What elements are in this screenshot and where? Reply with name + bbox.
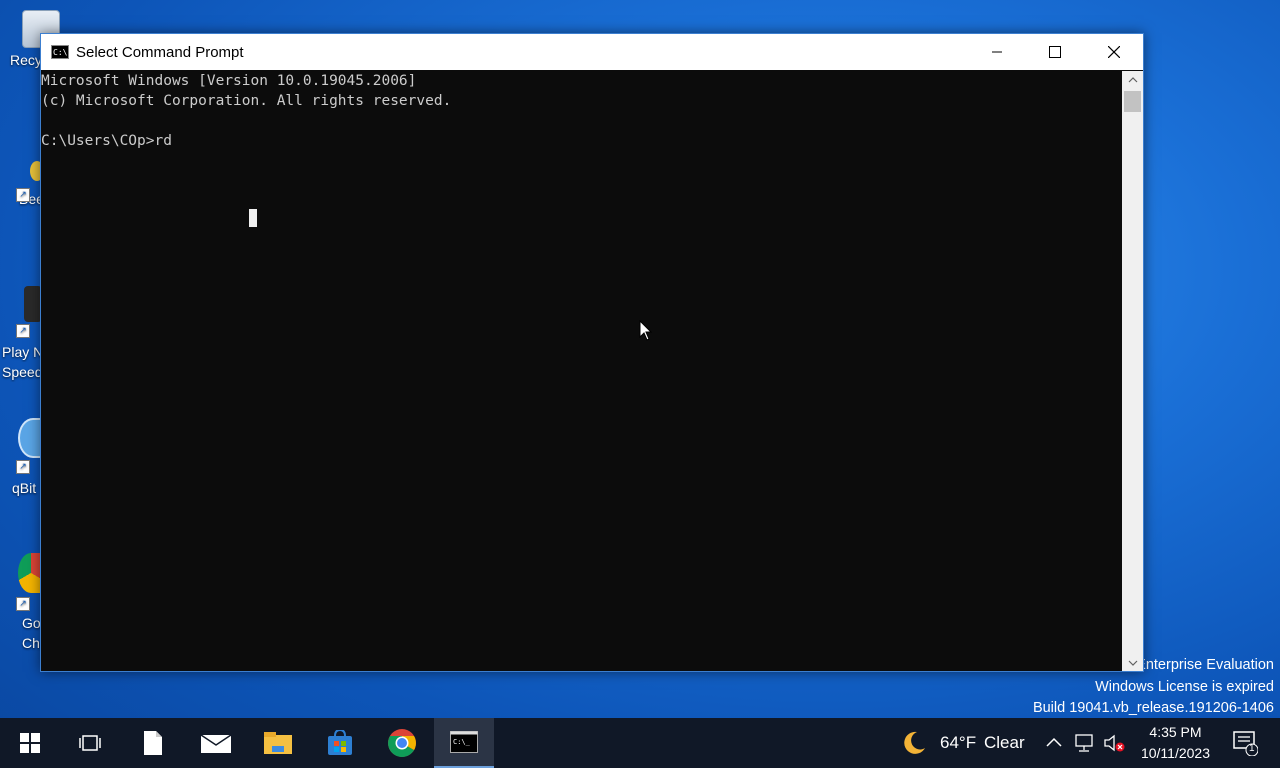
chevron-down-icon [1128, 660, 1137, 666]
action-center-button[interactable]: 1 [1232, 730, 1259, 757]
vertical-scrollbar[interactable] [1122, 71, 1143, 671]
window-title: Select Command Prompt [76, 43, 244, 61]
task-view-button[interactable] [60, 718, 120, 768]
console-line: (c) Microsoft Corporation. All rights re… [41, 93, 452, 109]
mail-icon [201, 734, 231, 753]
notification-count-badge: 1 [1249, 743, 1255, 754]
console-output[interactable]: Microsoft Windows [Version 10.0.19045.20… [41, 71, 1121, 671]
svg-text:C:\_: C:\_ [453, 738, 471, 746]
command-prompt-icon: C:\_ [450, 731, 478, 753]
taskbar-mail-button[interactable] [186, 718, 246, 768]
scroll-thumb[interactable] [1124, 91, 1141, 112]
windows-logo-icon [20, 733, 40, 753]
file-icon [144, 731, 162, 755]
weather-temperature[interactable]: 64°F [940, 733, 976, 753]
chevron-up-icon[interactable] [1046, 737, 1062, 747]
task-view-icon [79, 735, 101, 751]
maximize-button[interactable] [1026, 34, 1084, 70]
start-button[interactable] [0, 718, 60, 768]
command-prompt-window[interactable]: C:\ Select Command Prompt Microsoft Wind… [40, 33, 1144, 672]
shortcut-arrow-icon: ↗ [16, 597, 30, 611]
shortcut-arrow-icon: ↗ [16, 188, 30, 202]
taskbar-file-explorer-button[interactable] [248, 718, 308, 768]
command-prompt-icon: C:\ [51, 45, 69, 59]
watermark-line-3: Build 19041.vb_release.191206-1406 [1032, 700, 1274, 716]
window-titlebar[interactable]: C:\ Select Command Prompt [41, 34, 1143, 70]
clock-date: 10/11/2023 [1140, 745, 1210, 761]
volume-muted-icon[interactable] [1104, 734, 1126, 752]
scroll-up-button[interactable] [1122, 71, 1143, 88]
watermark-line-2: Windows License is expired [1095, 678, 1274, 695]
network-icon[interactable] [1075, 734, 1095, 752]
close-button[interactable] [1085, 34, 1143, 70]
taskbar-file-button[interactable] [123, 718, 183, 768]
moon-weather-icon[interactable] [901, 730, 927, 756]
weather-condition[interactable]: Clear [984, 733, 1025, 753]
maximize-icon [1049, 46, 1061, 58]
taskbar-command-prompt-button[interactable]: C:\_ [434, 718, 494, 768]
minimize-button[interactable] [968, 34, 1026, 70]
taskbar-chrome-button[interactable] [372, 718, 432, 768]
close-icon [1108, 46, 1120, 58]
chevron-up-icon [1128, 76, 1137, 82]
file-explorer-icon [264, 732, 292, 754]
scroll-down-button[interactable] [1122, 654, 1143, 671]
system-clock[interactable]: 4:35 PM 10/11/2023 [1141, 722, 1210, 764]
taskbar: C:\_ 64°F Clear 4:35 PM 10/11/2023 1 [0, 718, 1280, 768]
console-line: Microsoft Windows [Version 10.0.19045.20… [41, 73, 417, 89]
clock-time: 4:35 PM [1149, 724, 1202, 740]
minimize-icon [992, 51, 1002, 53]
mouse-pointer-icon [639, 320, 653, 341]
shortcut-arrow-icon: ↗ [16, 324, 30, 338]
watermark-line-1: Windows 10 Enterprise Evaluation [1140, 657, 1274, 673]
taskbar-store-button[interactable] [310, 718, 370, 768]
store-icon [328, 730, 352, 755]
text-cursor [249, 209, 257, 227]
chrome-icon [388, 729, 416, 757]
console-prompt-line: C:\Users\COp>rd [41, 133, 172, 149]
shortcut-arrow-icon: ↗ [16, 460, 30, 474]
